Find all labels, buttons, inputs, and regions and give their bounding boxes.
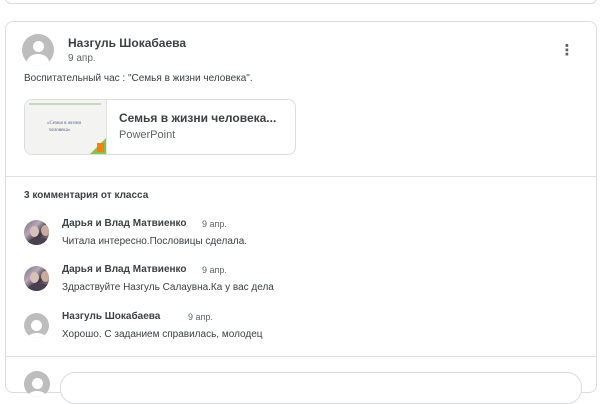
comment-author: Дарья и Влад Матвиенко [62,264,187,275]
attachment-thumbnail: «Семья в жизни человека» [25,100,107,154]
commenter-avatar [24,266,49,291]
attachment-type: PowerPoint [119,129,176,141]
comment-text: Читала интересно.Пословицы сделала. [62,236,248,247]
add-comment-input[interactable] [60,372,582,404]
post-text: Воспитательный час : "Семья в жизни чело… [24,73,253,84]
divider [6,356,596,357]
previous-card-edge [5,0,597,4]
attachment-title: Семья в жизни человека... [119,111,277,125]
thumbnail-title-line2: человека» [49,128,71,133]
current-user-avatar [24,371,50,397]
post-date: 9 апр. [68,53,96,64]
commenter-avatar [24,313,49,338]
more-options-button[interactable]: ⋮ [557,40,577,60]
attachment-card[interactable]: «Семья в жизни человека» Семья в жизни ч… [24,99,296,155]
divider [6,176,596,177]
comment-date: 9 апр. [202,219,227,229]
thumbnail-title-line1: «Семья в жизни [47,121,82,126]
post-card: Назгуль Шокабаева 9 апр. ⋮ Воспитательны… [5,21,597,404]
comment-author: Назгуль Шокабаева [62,311,161,322]
post-author: Назгуль Шокабаева [68,36,187,50]
more-vert-icon: ⋮ [559,42,575,59]
comment-date: 9 апр. [202,265,227,275]
comment-author: Дарья и Влад Матвиенко [62,218,187,229]
author-avatar [22,34,54,66]
comments-count-link[interactable]: 3 комментария от класса [24,190,148,201]
commenter-avatar [24,220,49,245]
comment-text: Здраствуйте Назгуль Салаувна.Ка у вас де… [62,282,274,293]
comment-text: Хорошо. С заданием справилась, молодец [62,329,263,340]
comment-date: 9 апр. [188,312,213,322]
